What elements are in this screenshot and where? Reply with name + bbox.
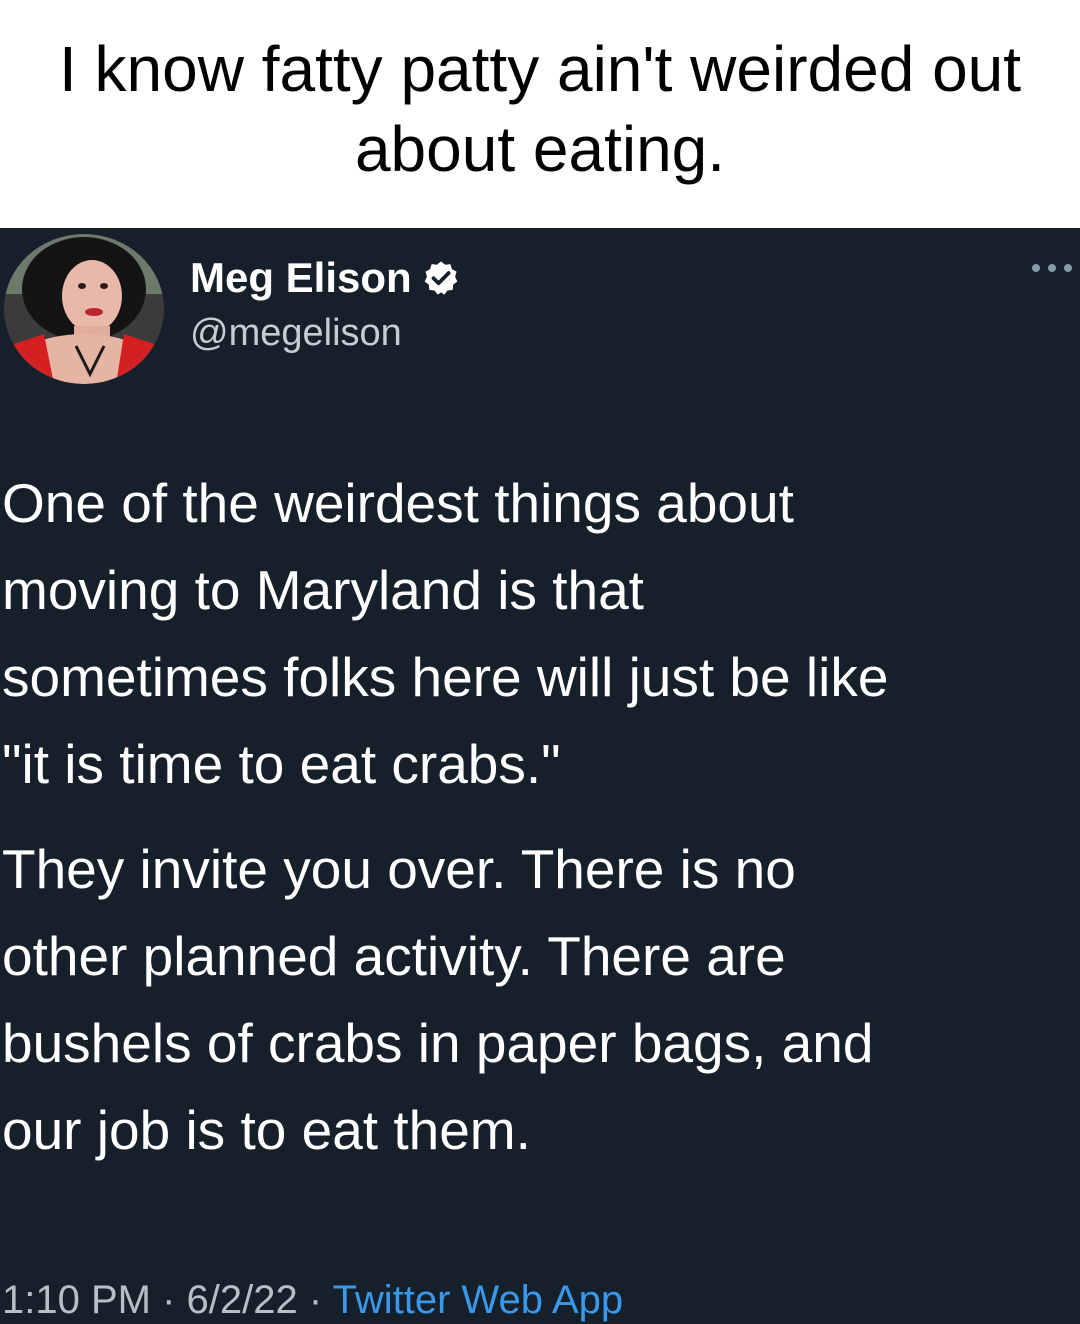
tweet-paragraph: They invite you over. There is no other … [2, 826, 1080, 1174]
tweet-time[interactable]: 1:10 PM [2, 1278, 151, 1322]
tweet-line: moving to Maryland is that [2, 559, 644, 621]
avatar-photo [4, 234, 164, 384]
tweet-line: other planned activity. There are [2, 925, 786, 987]
tweet-line: our job is to eat them. [2, 1099, 531, 1161]
more-options-icon[interactable] [1032, 258, 1072, 278]
tweet-source-link[interactable]: Twitter Web App [333, 1278, 624, 1322]
tweet-card[interactable]: Meg Elison @megelison One of the weirdes… [0, 228, 1080, 1324]
author-avatar[interactable] [4, 234, 164, 384]
meme-caption-text: I know fatty patty ain't weirded out abo… [58, 33, 1022, 185]
tweet-text: One of the weirdest things about moving … [2, 460, 1080, 1174]
tweet-line: "it is time to eat crabs." [2, 733, 561, 795]
meta-separator: · [308, 1278, 323, 1322]
author-name-row[interactable]: Meg Elison [190, 250, 460, 306]
tweet-line: They invite you over. There is no [2, 838, 796, 900]
tweet-line: sometimes folks here will just be like [2, 646, 889, 708]
tweet-line: One of the weirdest things about [2, 472, 794, 534]
meme-caption: I know fatty patty ain't weirded out abo… [0, 0, 1080, 228]
author-handle[interactable]: @megelison [190, 312, 402, 355]
tweet-date[interactable]: 6/2/22 [187, 1278, 298, 1322]
author-name[interactable]: Meg Elison [190, 254, 412, 302]
tweet-line: bushels of crabs in paper bags, and [2, 1012, 874, 1074]
meta-separator: · [162, 1278, 176, 1322]
verified-badge-icon [422, 259, 460, 297]
tweet-paragraph: One of the weirdest things about moving … [2, 460, 1080, 808]
tweet-metadata: 1:10 PM · 6/2/22 · Twitter Web App [2, 1276, 623, 1324]
more-dot [1048, 264, 1056, 272]
more-dot [1064, 264, 1072, 272]
more-dot [1032, 264, 1040, 272]
